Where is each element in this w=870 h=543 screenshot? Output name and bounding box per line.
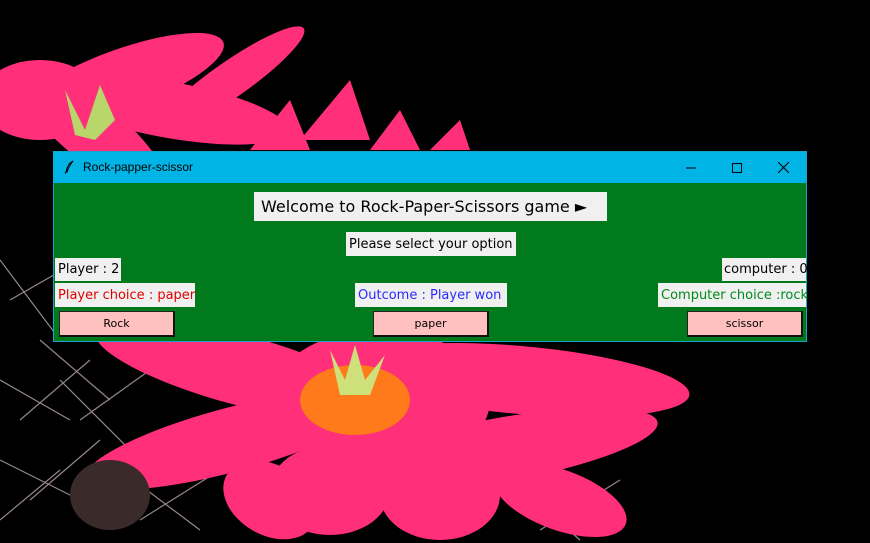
- minimize-button[interactable]: [668, 152, 714, 183]
- player-choice-label: Player choice : paper: [55, 283, 195, 307]
- minimize-icon: [686, 167, 696, 168]
- computer-choice-label: Computer choice :rock: [658, 283, 808, 307]
- maximize-button[interactable]: [714, 152, 760, 183]
- rock-button[interactable]: Rock: [59, 311, 175, 337]
- player-score: Player : 2: [55, 258, 121, 281]
- scissor-button[interactable]: scissor: [687, 311, 803, 337]
- title-bar[interactable]: Rock-papper-scissor: [54, 152, 806, 183]
- close-button[interactable]: [760, 152, 806, 183]
- close-icon: [777, 162, 789, 173]
- computer-score: computer : 0: [722, 258, 808, 281]
- outcome-label: Outcome : Player won: [355, 283, 507, 307]
- app-window: Rock-papper-scissor Welcome to Rock-Pape…: [53, 151, 808, 342]
- maximize-icon: [732, 162, 742, 173]
- welcome-heading: Welcome to Rock-Paper-Scissors game ►: [254, 192, 607, 221]
- window-title: Rock-papper-scissor: [83, 160, 194, 174]
- paper-button[interactable]: paper: [373, 311, 489, 337]
- feather-icon: [64, 160, 74, 174]
- instruction-label: Please select your option: [346, 232, 516, 256]
